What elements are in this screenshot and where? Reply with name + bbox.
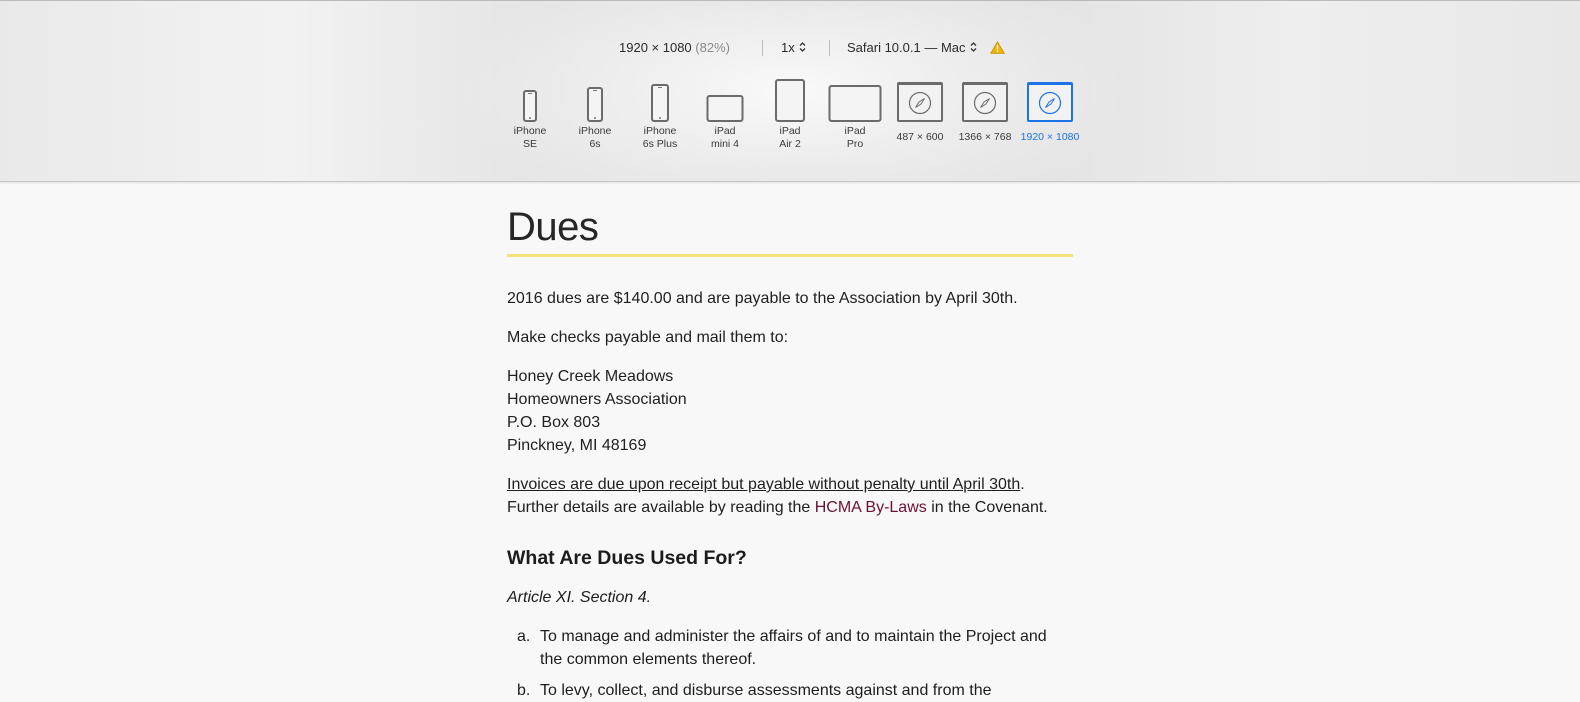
- address-line: Pinckney, MI 48169: [507, 437, 647, 454]
- list-text: To levy, collect, and disburse assessmen…: [540, 682, 992, 699]
- device-ipad-pro[interactable]: iPad Pro: [820, 79, 890, 151]
- details-text: Further details are available by reading…: [507, 499, 815, 516]
- list-item: b. To levy, collect, and disburse assess…: [507, 679, 1073, 702]
- safari-window-icon: [897, 82, 943, 122]
- tablet-icon: [775, 79, 805, 122]
- warning-icon[interactable]: [990, 41, 1005, 54]
- device-iphone-6s-plus[interactable]: iPhone 6s Plus: [625, 79, 695, 151]
- invoice-terms: Invoices are due upon receipt but payabl…: [507, 476, 1021, 493]
- device-ipad-mini-4[interactable]: iPad mini 4: [690, 79, 760, 151]
- device-label: iPad Air 2: [779, 125, 801, 150]
- user-agent-label: Safari 10.0.1 — Mac: [847, 40, 966, 55]
- address-line: Honey Creek Meadows: [507, 368, 674, 385]
- title-underline: [507, 254, 1073, 257]
- safari-window-icon: [1027, 82, 1073, 122]
- list-item: a. To manage and administer the affairs …: [507, 625, 1073, 671]
- device-iphone-se[interactable]: iPhone SE: [495, 79, 565, 151]
- device-ipad-air-2[interactable]: iPad Air 2: [755, 79, 825, 151]
- mailing-address: Honey Creek Meadows Homeowners Associati…: [507, 365, 687, 457]
- list-marker: a.: [517, 628, 531, 645]
- list-text: To manage and administer the affairs of …: [540, 628, 1047, 668]
- compass-icon: [973, 91, 997, 114]
- preset-1920x1080[interactable]: 1920 × 1080: [1015, 79, 1085, 144]
- details-text: in the Covenant.: [926, 499, 1048, 516]
- resolution-readout: 1920 × 1080 (82%): [619, 40, 730, 55]
- preset-487x600[interactable]: 487 × 600: [885, 79, 955, 144]
- device-label: iPhone SE: [513, 125, 547, 150]
- device-iphone-6s[interactable]: iPhone 6s: [560, 79, 630, 151]
- pixel-ratio-select[interactable]: 1x: [781, 40, 806, 55]
- tablet-landscape-icon: [828, 85, 882, 122]
- page-title: Dues: [507, 205, 599, 249]
- divider: [762, 40, 763, 56]
- checks-paragraph: Make checks payable and mail them to:: [507, 329, 789, 346]
- compass-icon: [908, 91, 932, 114]
- article-reference: Article XI. Section 4.: [507, 589, 652, 606]
- device-label: 1920 × 1080: [1020, 131, 1080, 143]
- tablet-landscape-icon: [706, 95, 744, 122]
- invoice-period: .: [1020, 476, 1025, 493]
- user-agent-select[interactable]: Safari 10.0.1 — Mac: [847, 40, 977, 55]
- preset-1366x768[interactable]: 1366 × 768: [950, 79, 1020, 144]
- device-label: iPad Pro: [844, 125, 866, 150]
- resolution-text: 1920 × 1080: [619, 40, 692, 55]
- bylaws-link[interactable]: HCMA By-Laws: [815, 499, 927, 516]
- intro-paragraph: 2016 dues are $140.00 and are payable to…: [507, 290, 1018, 307]
- zoom-percent: (82%): [695, 40, 730, 55]
- device-label: iPhone 6s Plus: [642, 125, 678, 150]
- responsive-design-toolbar: 1920 × 1080 (82%) 1x Safari 10.0.1 — Mac…: [0, 0, 1580, 182]
- device-label: 487 × 600: [896, 131, 944, 143]
- up-down-chevron-icon: [970, 42, 976, 52]
- up-down-chevron-icon: [799, 42, 806, 52]
- pixel-ratio-label: 1x: [781, 40, 795, 55]
- invoice-paragraph: Invoices are due upon receipt but payabl…: [507, 473, 1048, 519]
- address-line: Homeowners Association: [507, 391, 687, 408]
- section-heading: What Are Dues Used For?: [507, 547, 747, 569]
- device-label: iPhone 6s: [578, 125, 612, 150]
- divider: [829, 40, 830, 56]
- address-line: P.O. Box 803: [507, 414, 601, 431]
- phone-icon: [523, 90, 537, 122]
- safari-window-icon: [962, 82, 1008, 122]
- list-marker: b.: [517, 682, 531, 699]
- device-label: iPad mini 4: [710, 125, 739, 150]
- device-label: 1366 × 768: [958, 131, 1012, 143]
- compass-icon: [1038, 91, 1062, 114]
- phone-icon: [587, 87, 603, 122]
- phone-icon: [651, 84, 669, 122]
